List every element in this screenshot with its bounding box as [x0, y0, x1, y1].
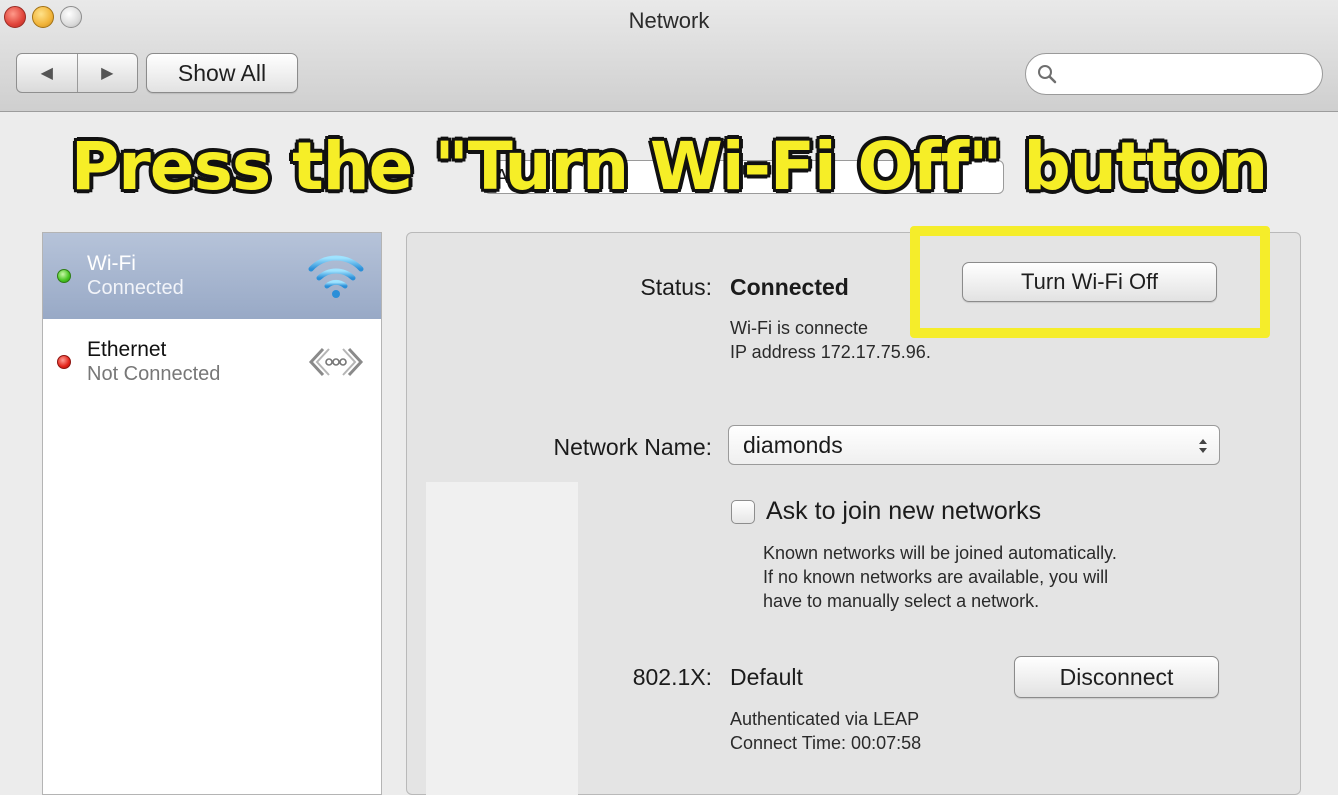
search-icon: [1038, 65, 1057, 84]
auth-line: Authenticated via LEAP: [730, 709, 920, 729]
instruction-overlay: Press the "Turn Wi-Fi Off" button: [70, 128, 1268, 205]
highlight-box: [910, 226, 1270, 338]
dot1x-value: Default: [730, 664, 803, 690]
status-value: Connected: [730, 274, 849, 300]
network-name-select[interactable]: diamonds: [728, 425, 1220, 465]
blank-area: [426, 482, 578, 795]
service-name: Ethernet: [87, 338, 167, 361]
back-forward-control: ◀ ▶: [16, 53, 138, 93]
ask-to-join-label[interactable]: Ask to join new networks: [766, 497, 1041, 526]
status-description: Wi-Fi is connecte IP address 172.17.75.9…: [730, 316, 931, 364]
status-desc-line: IP address 172.17.75.96.: [730, 342, 931, 362]
service-item-ethernet[interactable]: Ethernet Not Connected: [43, 319, 381, 405]
network-name-value: diamonds: [743, 432, 843, 458]
known-desc-line: If no known networks are available, you …: [763, 567, 1109, 587]
ask-to-join-description: Known networks will be joined automatica…: [763, 541, 1117, 613]
ethernet-icon: [308, 347, 364, 377]
known-desc-line: have to manually select a network.: [763, 591, 1040, 611]
status-label: Status:: [640, 274, 712, 300]
auth-description: Authenticated via LEAP Connect Time: 00:…: [730, 707, 921, 755]
window-title: Network: [628, 8, 710, 33]
status-dot-green: [57, 269, 71, 283]
disconnect-button[interactable]: Disconnect: [1014, 656, 1219, 698]
known-desc-line: Known networks will be joined automatica…: [763, 543, 1117, 563]
back-arrow-icon: ◀: [40, 65, 53, 82]
network-name-label: Network Name:: [553, 434, 712, 460]
wifi-icon: [308, 255, 364, 298]
status-desc-line: Wi-Fi is connecte: [730, 318, 869, 338]
window-toolbar: Network ◀ ▶ Show All: [0, 0, 1338, 112]
dot1x-label: 802.1X:: [632, 664, 712, 690]
service-name: Wi-Fi: [87, 252, 136, 275]
show-all-button[interactable]: Show All: [146, 53, 298, 93]
forward-button[interactable]: ▶: [76, 54, 138, 92]
status-dot-red: [57, 355, 71, 369]
service-status: Not Connected: [87, 363, 221, 385]
service-status: Connected: [87, 277, 184, 299]
search-input[interactable]: [1025, 53, 1323, 95]
updown-arrows-icon: [1199, 439, 1207, 453]
service-list: Wi-Fi Connected Ethernet Not Connected: [42, 232, 382, 795]
auth-line: Connect Time: 00:07:58: [730, 733, 922, 753]
ask-to-join-checkbox[interactable]: [731, 500, 755, 524]
service-item-wifi[interactable]: Wi-Fi Connected: [43, 233, 381, 319]
back-button[interactable]: ◀: [17, 54, 77, 92]
forward-arrow-icon: ▶: [101, 65, 114, 82]
